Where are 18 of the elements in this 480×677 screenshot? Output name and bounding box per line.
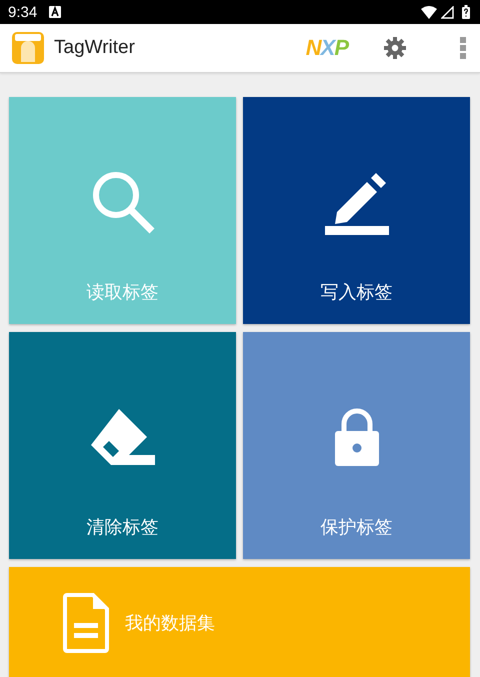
- menu-tile[interactable]: 清除标签: [9, 332, 236, 559]
- document-icon: [63, 593, 109, 653]
- battery-icon: [462, 5, 470, 19]
- lock-icon: [334, 407, 380, 467]
- app-icon: [12, 32, 44, 64]
- more-icon[interactable]: [460, 37, 466, 59]
- wifi-icon: [421, 6, 437, 18]
- signal-icon: [441, 6, 454, 18]
- menu-tile[interactable]: 我的数据集: [9, 567, 470, 677]
- brand-logo: NXP: [306, 35, 348, 61]
- notification-icon: [49, 6, 62, 18]
- app-title: TagWriter: [54, 37, 136, 59]
- menu-tile[interactable]: 写入标签: [243, 97, 470, 324]
- eraser-icon: [88, 407, 156, 467]
- settings-icon[interactable]: [384, 37, 406, 59]
- menu-tile[interactable]: 读取标签: [9, 97, 236, 324]
- status-time: 9:34: [8, 4, 38, 20]
- menu-tile[interactable]: 保护标签: [243, 332, 470, 559]
